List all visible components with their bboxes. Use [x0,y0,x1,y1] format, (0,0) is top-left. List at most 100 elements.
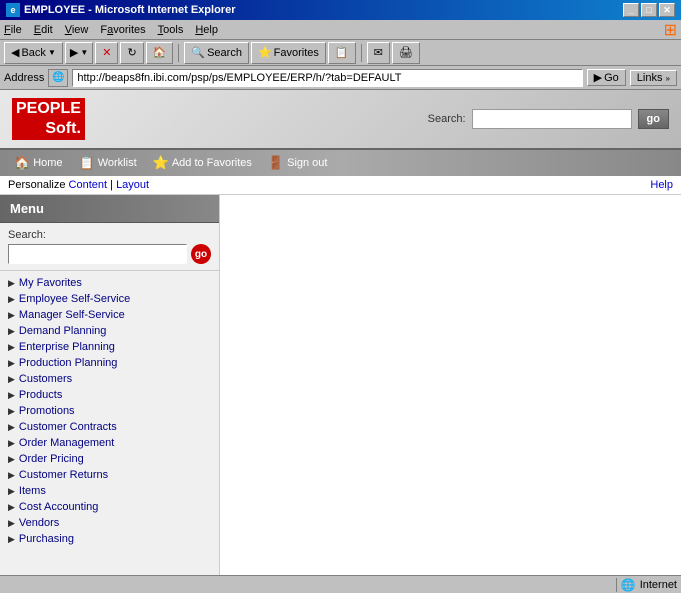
forward-arrow-icon: ▶ [70,46,78,59]
favorites-button[interactable]: ⭐ Favorites [251,42,326,64]
menu-item[interactable]: ▶Vendors [0,515,219,531]
windows-logo-icon: ⊞ [664,20,677,40]
menu-file[interactable]: File [4,24,22,36]
personalize-content-link[interactable]: Content [69,179,108,191]
main-content-area [220,195,681,575]
menu-item[interactable]: ▶ Demand Planning [0,323,219,339]
menu-item[interactable]: ▶My Favorites [0,275,219,291]
help-link[interactable]: Help [650,179,673,191]
address-label: Address [4,72,44,84]
favorites-icon: ⭐ [258,46,272,59]
menu-item[interactable]: ▶ Order Management [0,435,219,451]
menu-item[interactable]: ▶Production Planning [0,355,219,371]
sign-out-nav-icon: 🚪 [268,155,284,171]
back-dropdown-icon: ▼ [48,48,56,57]
menu-edit[interactable]: Edit [34,24,53,36]
toolbar: ◀ Back ▼ ▶ ▼ ✕ ↻ 🏠 🔍 Search ⭐ Favorites … [0,40,681,66]
search-button[interactable]: 🔍 Search [184,42,249,64]
menu-item[interactable]: ▶Products [0,387,219,403]
menu-arrow-icon: ▶ [8,438,15,449]
menu-item[interactable]: ▶Manager Self-Service [0,307,219,323]
nav-add-favorites-label: Add to Favorites [172,157,252,169]
menu-arrow-icon: ▶ [8,486,15,497]
menu-favorites[interactable]: Favorites [100,24,145,36]
forward-dropdown-icon: ▼ [80,48,88,57]
menu-bar: File Edit View Favorites Tools Help ⊞ [0,20,681,40]
sidebar-search-area: Search: go [0,223,219,271]
menu-item[interactable]: ▶Customer Contracts [0,419,219,435]
sidebar-header: Menu [0,195,219,223]
nav-worklist-label: Worklist [98,157,137,169]
ps-navbar: 🏠 Home 📋 Worklist ⭐ Add to Favorites 🚪 S… [0,150,681,176]
header-search-label: Search: [428,113,466,125]
menu-tools[interactable]: Tools [158,24,184,36]
nav-sign-out[interactable]: 🚪 Sign out [262,155,334,171]
nav-home-label: Home [33,157,62,169]
logo-text-soft: Soft. [12,120,85,140]
status-bar: 🌐 Internet [0,575,681,593]
refresh-button[interactable]: ↻ [120,42,143,64]
menu-arrow-icon: ▶ [8,534,15,545]
header-search-input[interactable] [472,109,632,129]
menu-item-label: Enterprise Planning [19,341,115,353]
maximize-button[interactable]: □ [641,3,657,17]
window-controls: _ □ ✕ [623,3,675,17]
content-area: PEOPLE Soft. Search: go 🏠 Home 📋 Worklis… [0,90,681,575]
menu-item[interactable]: ▶Customers [0,371,219,387]
print-button[interactable]: 🖨 [392,42,420,64]
nav-sign-out-label: Sign out [287,157,327,169]
menu-item[interactable]: ▶Customer Returns [0,467,219,483]
personalize-layout-link[interactable]: Layout [116,179,149,191]
go-label: Go [604,72,619,84]
menu-item-label: Employee Self-Service [19,293,130,305]
menu-item-label: Promotions [19,405,75,417]
menu-item[interactable]: ▶ Items [0,483,219,499]
close-button[interactable]: ✕ [659,3,675,17]
back-arrow-icon: ◀ [11,46,19,59]
print-icon: 🖨 [399,46,413,59]
history-button[interactable]: 📋 [328,42,356,64]
menu-arrow-icon: ▶ [8,390,15,401]
menu-view[interactable]: View [65,24,89,36]
menu-item[interactable]: ▶Cost Accounting [0,499,219,515]
header-go-button[interactable]: go [638,109,669,129]
toolbar-separator-1 [178,44,179,62]
menu-item-label: Order Management [19,437,114,449]
minimize-button[interactable]: _ [623,3,639,17]
menu-arrow-icon: ▶ [8,326,15,337]
menu-item-label: Demand Planning [19,325,106,337]
address-bar: Address 🌐 ▶ Go Links » [0,66,681,90]
menu-item[interactable]: ▶Purchasing [0,531,219,547]
menu-arrow-icon: ▶ [8,518,15,529]
sidebar-search-input[interactable] [8,244,187,264]
back-label: Back [21,47,45,59]
menu-arrow-icon: ▶ [8,502,15,513]
app-icon: e [6,3,20,17]
nav-home[interactable]: 🏠 Home [8,155,69,171]
links-button[interactable]: Links » [630,70,677,86]
menu-item[interactable]: ▶Promotions [0,403,219,419]
menu-item[interactable]: ▶Employee Self-Service [0,291,219,307]
go-button[interactable]: ▶ Go [587,69,626,86]
nav-worklist[interactable]: 📋 Worklist [73,155,143,171]
menu-item[interactable]: ▶Order Pricing [0,451,219,467]
forward-button[interactable]: ▶ ▼ [65,42,93,64]
worklist-nav-icon: 📋 [79,155,95,171]
menu-item-label: Items [19,485,46,497]
stop-button[interactable]: ✕ [95,42,118,64]
menu-item-label: My Favorites [19,277,82,289]
menu-help[interactable]: Help [195,24,218,36]
back-button[interactable]: ◀ Back ▼ [4,42,63,64]
menu-item[interactable]: ▶Enterprise Planning [0,339,219,355]
sidebar-go-button[interactable]: go [191,244,211,264]
menu-list: ▶My Favorites▶Employee Self-Service▶Mana… [0,271,219,551]
window-title: EMPLOYEE - Microsoft Internet Explorer [24,4,235,16]
address-input[interactable] [72,69,582,87]
add-favorites-nav-icon: ⭐ [153,155,169,171]
mail-button[interactable]: ✉ [367,42,390,64]
home-button[interactable]: 🏠 [146,42,174,64]
menu-item-label: Customer Contracts [19,421,117,433]
menu-arrow-icon: ▶ [8,310,15,321]
mail-icon: ✉ [374,46,383,59]
nav-add-favorites[interactable]: ⭐ Add to Favorites [147,155,258,171]
